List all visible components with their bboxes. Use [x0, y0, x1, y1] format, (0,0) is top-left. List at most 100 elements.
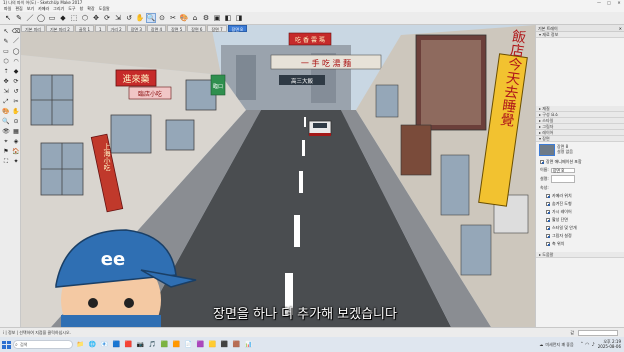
toolbar-tool-icon-14[interactable]: ⊙ [157, 13, 167, 23]
taskbar-app-icon-12[interactable]: ⬛ [220, 340, 229, 349]
scene-property-checkbox-6[interactable]: 축 위치 [536, 240, 624, 248]
scene-property-checkbox-3[interactable]: 활성 단면 [536, 216, 624, 224]
palette-tool-icon-3[interactable]: ／ [11, 37, 21, 46]
palette-tool-icon-11[interactable]: ⟳ [11, 77, 21, 86]
toolbar-tool-icon-8[interactable]: ✥ [91, 13, 101, 23]
toolbar-tool-icon-6[interactable]: ⬚ [69, 13, 79, 23]
scene-property-checkbox-0[interactable]: 카메라 위치 [536, 192, 624, 200]
toolbar-tool-icon-18[interactable]: ⚙ [201, 13, 211, 23]
palette-tool-icon-15[interactable]: ✂ [11, 97, 21, 106]
taskbar-app-icon-4[interactable]: 🟥 [124, 340, 133, 349]
toolbar-tool-icon-3[interactable]: ◯ [36, 13, 46, 23]
taskbar-app-icon-11[interactable]: 🟨 [208, 340, 217, 349]
taskbar-app-icon-8[interactable]: 🟧 [172, 340, 181, 349]
palette-tool-icon-8[interactable]: ⇡ [1, 67, 11, 76]
scene-property-checkbox-5[interactable]: 그림자 설정 [536, 232, 624, 240]
palette-tool-icon-26[interactable]: ⛶ [1, 157, 11, 166]
scene-property-checkbox-1[interactable]: 숨겨진 도형 [536, 200, 624, 208]
taskbar-app-icon-7[interactable]: 🟩 [160, 340, 169, 349]
toolbar-tool-icon-7[interactable]: ⬡ [80, 13, 90, 23]
toolbar-tool-icon-15[interactable]: ✂ [168, 13, 178, 23]
scene-tab-9[interactable]: 장면 7 [207, 25, 227, 32]
volume-icon[interactable]: ♪ [592, 342, 595, 348]
taskbar-app-icon-5[interactable]: 📷 [136, 340, 145, 349]
close-icon[interactable]: ✕ [619, 25, 624, 31]
palette-tool-icon-0[interactable]: ↖ [1, 27, 11, 36]
chevron-up-icon[interactable]: ˄ [581, 342, 584, 348]
palette-tool-icon-27[interactable]: ✦ [11, 157, 21, 166]
scene-tab-3[interactable]: 1 [95, 25, 106, 32]
scene-property-checkbox-2[interactable]: 가시 레이어 [536, 208, 624, 216]
taskbar-app-icon-1[interactable]: 🌐 [88, 340, 97, 349]
palette-tool-icon-16[interactable]: 🎨 [1, 107, 11, 116]
taskbar-app-icon-3[interactable]: 🟦 [112, 340, 121, 349]
include-animation-checkbox[interactable]: 장면 애니메이션 포함 [536, 158, 624, 166]
weather-widget[interactable]: ☁ 미세먼지 꽤 좋음 [539, 342, 577, 348]
toolbar-tool-icon-13[interactable]: 🔍 [146, 13, 156, 23]
taskbar-app-icon-13[interactable]: 🟫 [232, 340, 241, 349]
scene-tab-2[interactable]: 골목 1 [74, 25, 94, 32]
scene-list-item[interactable]: 장면 8 설명 없음 [536, 142, 624, 158]
toolbar-tool-icon-1[interactable]: ✎ [14, 13, 24, 23]
palette-tool-icon-24[interactable]: ⚑ [1, 147, 11, 156]
taskbar-app-icon-0[interactable]: 📁 [76, 340, 85, 349]
scene-tab-7[interactable]: 장면 5 [167, 25, 187, 32]
palette-tool-icon-22[interactable]: ⌖ [1, 137, 11, 146]
scene-tab-1[interactable]: 기본 미리 2 [46, 25, 74, 32]
palette-tool-icon-18[interactable]: 🔍 [1, 117, 11, 126]
taskbar-app-icon-10[interactable]: 🟪 [196, 340, 205, 349]
scene-tab-6[interactable]: 장면 4 [146, 25, 167, 32]
scene-tab-0[interactable]: 기본 미리 [21, 25, 45, 32]
scene-desc-input[interactable] [550, 175, 575, 183]
palette-tool-icon-10[interactable]: ✥ [1, 77, 11, 86]
toolbar-tool-icon-5[interactable]: ◆ [58, 13, 68, 23]
start-button[interactable] [2, 340, 11, 349]
toolbar-tool-icon-10[interactable]: ⇲ [113, 13, 123, 23]
palette-tool-icon-6[interactable]: ⬡ [1, 57, 11, 66]
taskbar-search[interactable]: ⌕ 검색 [13, 340, 73, 349]
scene-name-input[interactable]: 장면 8 [550, 167, 575, 173]
palette-tool-icon-17[interactable]: ✋ [11, 107, 21, 116]
scene-tab-8[interactable]: 장면 6 [187, 25, 207, 32]
toolbar-tool-icon-16[interactable]: 🎨 [179, 13, 189, 23]
palette-tool-icon-19[interactable]: ⊙ [11, 117, 21, 126]
palette-tool-icon-5[interactable]: ◯ [11, 47, 21, 56]
tray-section-help[interactable]: 도움말 [536, 252, 624, 258]
palette-tool-icon-9[interactable]: ◆ [11, 67, 21, 76]
taskbar-app-icon-6[interactable]: 🎵 [148, 340, 157, 349]
toolbar-tool-icon-2[interactable]: ／ [25, 13, 35, 23]
palette-tool-icon-14[interactable]: ⤢ [1, 97, 11, 106]
scene-tab-4[interactable]: 거리 2 [106, 25, 126, 32]
palette-tool-icon-25[interactable]: 🏠 [11, 147, 21, 156]
measurement-input[interactable] [578, 329, 618, 336]
scene-tab-10[interactable]: 장면 8 [227, 25, 247, 32]
taskbar-app-icon-9[interactable]: 📄 [184, 340, 193, 349]
palette-tool-icon-13[interactable]: ↺ [11, 87, 21, 96]
palette-tool-icon-2[interactable]: ✎ [1, 37, 11, 46]
toolbar-tool-icon-21[interactable]: ◨ [234, 13, 244, 23]
palette-tool-icon-21[interactable]: ▦ [11, 127, 21, 136]
taskbar-app-icon-14[interactable]: 📊 [244, 340, 253, 349]
toolbar-tool-icon-9[interactable]: ⟳ [102, 13, 112, 23]
toolbar-tool-icon-17[interactable]: ⌂ [190, 13, 200, 23]
toolbar-tool-icon-20[interactable]: ◧ [223, 13, 233, 23]
toolbar-tool-icon-11[interactable]: ↺ [124, 13, 134, 23]
toolbar-tool-icon-0[interactable]: ↖ [3, 13, 13, 23]
toolbar-tool-icon-19[interactable]: ▣ [212, 13, 222, 23]
palette-tool-icon-7[interactable]: ◠ [11, 57, 21, 66]
toolbar-tool-icon-4[interactable]: ▭ [47, 13, 57, 23]
palette-tool-icon-4[interactable]: ▭ [1, 47, 11, 56]
scene-property-checkbox-4[interactable]: 스타일 및 안개 [536, 224, 624, 232]
palette-tool-icon-12[interactable]: ⇲ [1, 87, 11, 96]
toolbar-tool-icon-12[interactable]: ✋ [135, 13, 145, 23]
scene-tab-5[interactable]: 장면 3 [126, 25, 146, 32]
system-clock[interactable]: 오후 2:19 2025-08-06 [598, 339, 624, 349]
taskbar-app-icon-2[interactable]: 📧 [100, 340, 109, 349]
measurement-label: 값 [570, 329, 574, 335]
status-bar: i | 정보 | 선택하여 지점을 클릭하십시오. 값 [0, 327, 624, 337]
wifi-icon[interactable]: ◠ [585, 342, 589, 348]
palette-tool-icon-1[interactable]: ⌫ [11, 27, 21, 36]
palette-tool-icon-23[interactable]: ◈ [11, 137, 21, 146]
palette-tool-icon-20[interactable]: 👁 [1, 127, 11, 136]
drawing-viewport[interactable]: 기본 미리 기본 미리 2 골목 1 1 거리 2 장면 3 장면 4 장면 5 장면 6 장면 … [21, 25, 535, 327]
